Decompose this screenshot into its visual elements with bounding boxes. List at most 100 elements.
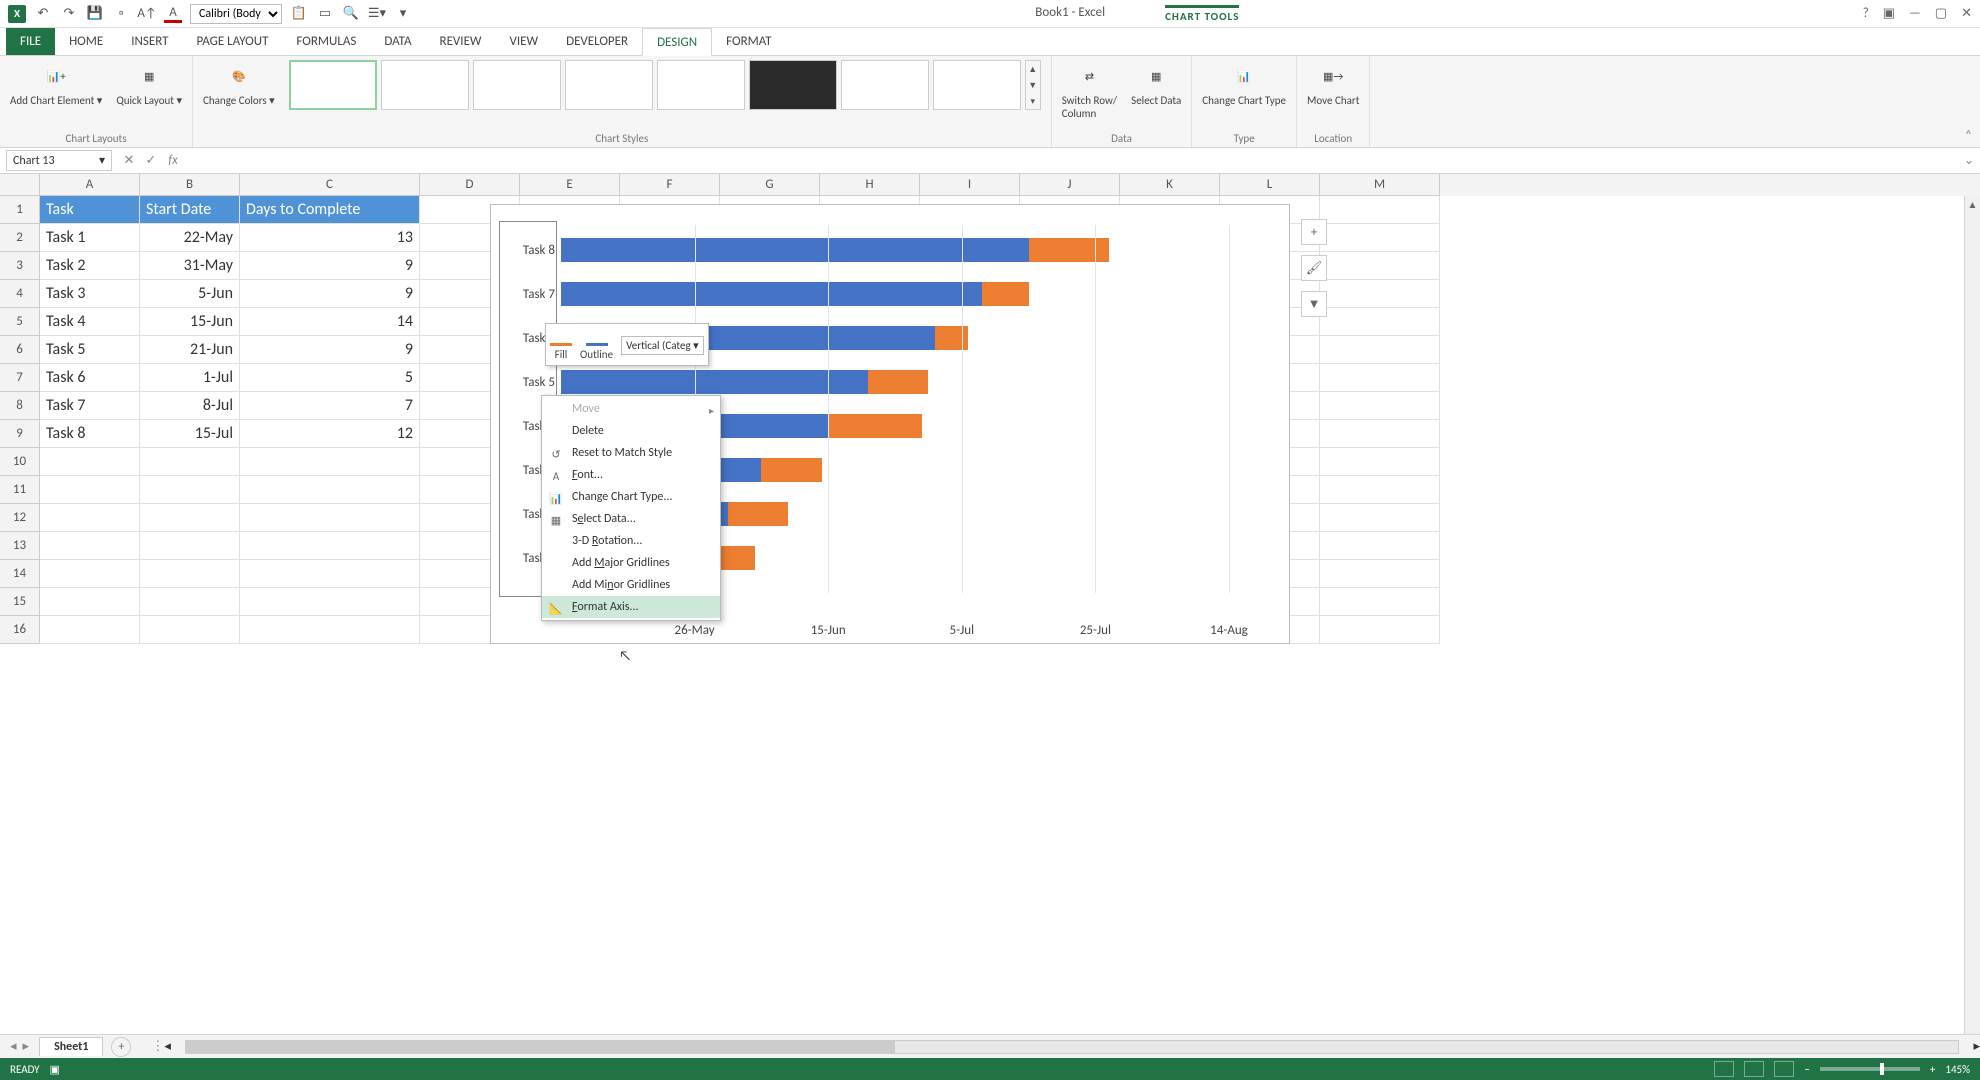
- tab-formulas[interactable]: FORMULAS: [282, 28, 370, 55]
- quick-layout-button[interactable]: ▦ Quick Layout ▾: [116, 60, 182, 107]
- cell-M6[interactable]: [1320, 336, 1440, 364]
- formula-input[interactable]: [184, 152, 1958, 170]
- row-header-6[interactable]: 6: [0, 336, 40, 364]
- cell-C16[interactable]: [240, 616, 420, 644]
- move-chart-button[interactable]: ▦→ Move Chart: [1307, 60, 1359, 107]
- cell-A12[interactable]: [40, 504, 140, 532]
- cell-A14[interactable]: [40, 560, 140, 588]
- tab-home[interactable]: HOME: [55, 28, 117, 55]
- cell-C8[interactable]: 7: [240, 392, 420, 420]
- minimize-icon[interactable]: —: [1909, 6, 1921, 21]
- cell-M9[interactable]: [1320, 420, 1440, 448]
- chart-bar-days[interactable]: [728, 502, 788, 526]
- enter-formula-icon[interactable]: ✓: [140, 151, 162, 171]
- row-header-13[interactable]: 13: [0, 532, 40, 560]
- row-header-2[interactable]: 2: [0, 224, 40, 252]
- tab-developer[interactable]: DEVELOPER: [552, 28, 642, 55]
- cell-B15[interactable]: [140, 588, 240, 616]
- cell-M5[interactable]: [1320, 308, 1440, 336]
- undo-icon[interactable]: ↶: [34, 5, 52, 23]
- chart-styles-button[interactable]: 🖌: [1301, 255, 1327, 281]
- ctx-format-axis[interactable]: 📐Format Axis...: [542, 596, 720, 618]
- cell-A5[interactable]: Task 4: [40, 308, 140, 336]
- chart-bar-days[interactable]: [761, 458, 821, 482]
- name-box[interactable]: Chart 13▾: [6, 150, 112, 171]
- chart-category-label[interactable]: Task 8: [505, 243, 555, 258]
- row-header-3[interactable]: 3: [0, 252, 40, 280]
- cell-B12[interactable]: [140, 504, 240, 532]
- tab-page-layout[interactable]: PAGE LAYOUT: [183, 28, 283, 55]
- qat-customize-icon[interactable]: ▾: [394, 5, 412, 23]
- ctx-add-major-gridlines[interactable]: Add Major Gridlines: [542, 552, 720, 574]
- paste-icon[interactable]: 📋: [290, 5, 308, 23]
- cell-A4[interactable]: Task 3: [40, 280, 140, 308]
- chart-style-2[interactable]: [381, 60, 469, 110]
- cell-C3[interactable]: 9: [240, 252, 420, 280]
- col-header-M[interactable]: M: [1320, 174, 1440, 196]
- chart-style-1[interactable]: [289, 60, 377, 110]
- col-header-A[interactable]: A: [40, 174, 140, 196]
- cell-A13[interactable]: [40, 532, 140, 560]
- chart-element-selector[interactable]: Vertical (Categ ▾: [621, 336, 704, 355]
- cell-C11[interactable]: [240, 476, 420, 504]
- cell-M8[interactable]: [1320, 392, 1440, 420]
- sheet-nav-next-icon[interactable]: ▸: [23, 1039, 30, 1054]
- cell-C10[interactable]: [240, 448, 420, 476]
- new-icon[interactable]: ▫: [112, 5, 130, 23]
- chart-style-5[interactable]: [657, 60, 745, 110]
- vertical-scrollbar[interactable]: ▲: [1964, 196, 1980, 1034]
- fill-button[interactable]: Fill: [550, 328, 572, 361]
- chart-bar-start-date[interactable]: [561, 238, 1029, 262]
- zoom-slider[interactable]: [1820, 1067, 1920, 1071]
- font-color-icon[interactable]: A: [164, 5, 182, 23]
- worksheet-grid[interactable]: ABCDEFGHIJKLM 12345678910111213141516 Ta…: [0, 174, 1980, 1034]
- ribbon-collapse-icon[interactable]: ˄: [1957, 124, 1980, 147]
- fx-icon[interactable]: fx: [162, 151, 184, 171]
- chart-bar-days[interactable]: [935, 326, 968, 350]
- chart-bar-start-date[interactable]: [561, 370, 868, 394]
- row-header-7[interactable]: 7: [0, 364, 40, 392]
- chart-style-3[interactable]: [473, 60, 561, 110]
- cell-B5[interactable]: 15-Jun: [140, 308, 240, 336]
- cell-B4[interactable]: 5-Jun: [140, 280, 240, 308]
- sheet-nav-prev-icon[interactable]: ◂: [10, 1039, 17, 1054]
- chevron-down-icon[interactable]: ▾: [99, 153, 105, 168]
- cell-B16[interactable]: [140, 616, 240, 644]
- chart-elements-button[interactable]: +: [1301, 219, 1327, 245]
- print-preview-icon[interactable]: 🔍: [342, 5, 360, 23]
- cell-M7[interactable]: [1320, 364, 1440, 392]
- cell-B2[interactable]: 22-May: [140, 224, 240, 252]
- scroll-right-icon[interactable]: ▸: [1973, 1039, 1980, 1054]
- style-scroll-up-icon[interactable]: ▲: [1026, 61, 1040, 77]
- col-header-D[interactable]: D: [420, 174, 520, 196]
- cell-A8[interactable]: Task 7: [40, 392, 140, 420]
- row-header-8[interactable]: 8: [0, 392, 40, 420]
- chart-bar-days[interactable]: [828, 414, 922, 438]
- col-header-L[interactable]: L: [1220, 174, 1320, 196]
- tab-file[interactable]: FILE: [6, 28, 55, 55]
- cell-A10[interactable]: [40, 448, 140, 476]
- tab-design[interactable]: DESIGN: [642, 28, 712, 56]
- cell-M11[interactable]: [1320, 476, 1440, 504]
- cell-M1[interactable]: [1320, 196, 1440, 224]
- col-header-B[interactable]: B: [140, 174, 240, 196]
- col-header-G[interactable]: G: [720, 174, 820, 196]
- tab-view[interactable]: VIEW: [496, 28, 553, 55]
- row-header-1[interactable]: 1: [0, 196, 40, 224]
- cell-A6[interactable]: Task 5: [40, 336, 140, 364]
- style-scroll-down-icon[interactable]: ▼: [1026, 77, 1040, 93]
- cell-M3[interactable]: [1320, 252, 1440, 280]
- cell-C14[interactable]: [240, 560, 420, 588]
- scroll-up-icon[interactable]: ▲: [1965, 196, 1980, 212]
- cell-C6[interactable]: 9: [240, 336, 420, 364]
- ctx-select-data[interactable]: ▦Select Data...: [542, 508, 720, 530]
- col-header-F[interactable]: F: [620, 174, 720, 196]
- normal-view-icon[interactable]: [1714, 1061, 1734, 1077]
- row-header-16[interactable]: 16: [0, 616, 40, 644]
- outline-button[interactable]: Outline: [580, 328, 613, 361]
- cell-M2[interactable]: [1320, 224, 1440, 252]
- col-header-E[interactable]: E: [520, 174, 620, 196]
- maximize-icon[interactable]: ▢: [1935, 6, 1947, 21]
- tab-review[interactable]: REVIEW: [426, 28, 496, 55]
- col-header-J[interactable]: J: [1020, 174, 1120, 196]
